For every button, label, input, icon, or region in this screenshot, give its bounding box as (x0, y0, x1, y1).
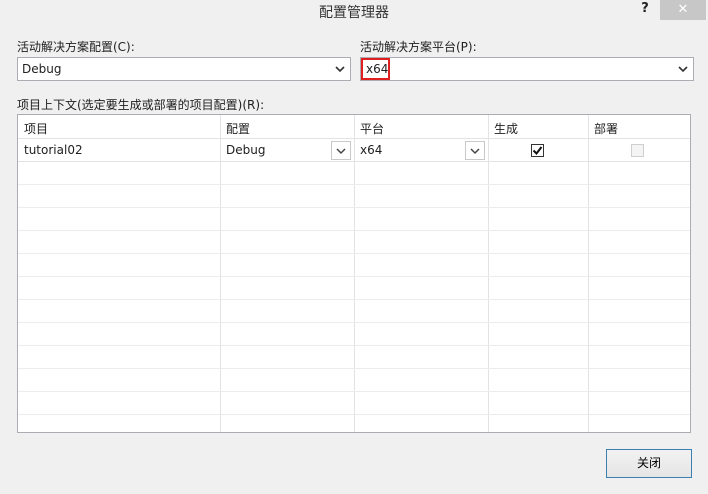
column-header-project[interactable]: 项目 (18, 115, 220, 138)
empty-row (18, 415, 690, 432)
solution-config-value: Debug (22, 62, 62, 76)
solution-config-label: 活动解决方案配置(C): (17, 40, 135, 54)
column-divider (690, 115, 691, 432)
checkmark-icon (532, 146, 543, 156)
close-button[interactable]: 关闭 (606, 449, 692, 478)
column-header-platform[interactable]: 平台 (354, 115, 488, 138)
grid-header-row: 项目 配置 平台 生成 部署 (18, 115, 690, 139)
table-row[interactable]: tutorial02 Debug x64 (18, 139, 690, 162)
chevron-down-icon (335, 66, 345, 73)
project-platform-dropdown-button[interactable] (465, 141, 485, 160)
solution-platform-label: 活动解决方案平台(P): (360, 40, 477, 54)
empty-row (18, 392, 690, 415)
empty-row (18, 162, 690, 185)
chevron-down-icon (678, 66, 688, 73)
column-header-build[interactable]: 生成 (488, 115, 588, 138)
empty-row (18, 208, 690, 231)
empty-row (18, 300, 690, 323)
empty-row (18, 277, 690, 300)
chevron-down-icon (336, 148, 346, 155)
project-name-cell: tutorial02 (24, 143, 83, 157)
platform-highlight-box (361, 58, 390, 80)
window-close-button[interactable]: ✕ (660, 0, 706, 20)
column-header-deploy[interactable]: 部署 (588, 115, 690, 138)
empty-row (18, 185, 690, 208)
project-config-cell[interactable]: Debug (220, 139, 354, 161)
empty-row (18, 346, 690, 369)
empty-row (18, 231, 690, 254)
build-checkbox[interactable] (531, 144, 544, 157)
deploy-checkbox (631, 144, 644, 157)
project-contexts-label: 项目上下文(选定要生成或部署的项目配置)(R): (17, 98, 265, 112)
solution-config-dropdown[interactable]: Debug (17, 57, 351, 81)
window-title: 配置管理器 (319, 5, 389, 21)
empty-row (18, 369, 690, 392)
project-platform-cell[interactable]: x64 (354, 139, 488, 161)
empty-row (18, 254, 690, 277)
project-contexts-grid: 项目 配置 平台 生成 部署 tutorial02 Debug x64 (17, 114, 691, 433)
title-bar: 配置管理器 ? ✕ (0, 0, 708, 24)
project-build-cell (488, 139, 588, 161)
project-deploy-cell (588, 139, 690, 161)
empty-row (18, 323, 690, 346)
chevron-down-icon (470, 148, 480, 155)
project-config-dropdown-button[interactable] (331, 141, 351, 160)
help-button[interactable]: ? (632, 0, 658, 20)
solution-platform-dropdown[interactable]: x64 (360, 57, 694, 81)
column-header-config[interactable]: 配置 (220, 115, 354, 138)
